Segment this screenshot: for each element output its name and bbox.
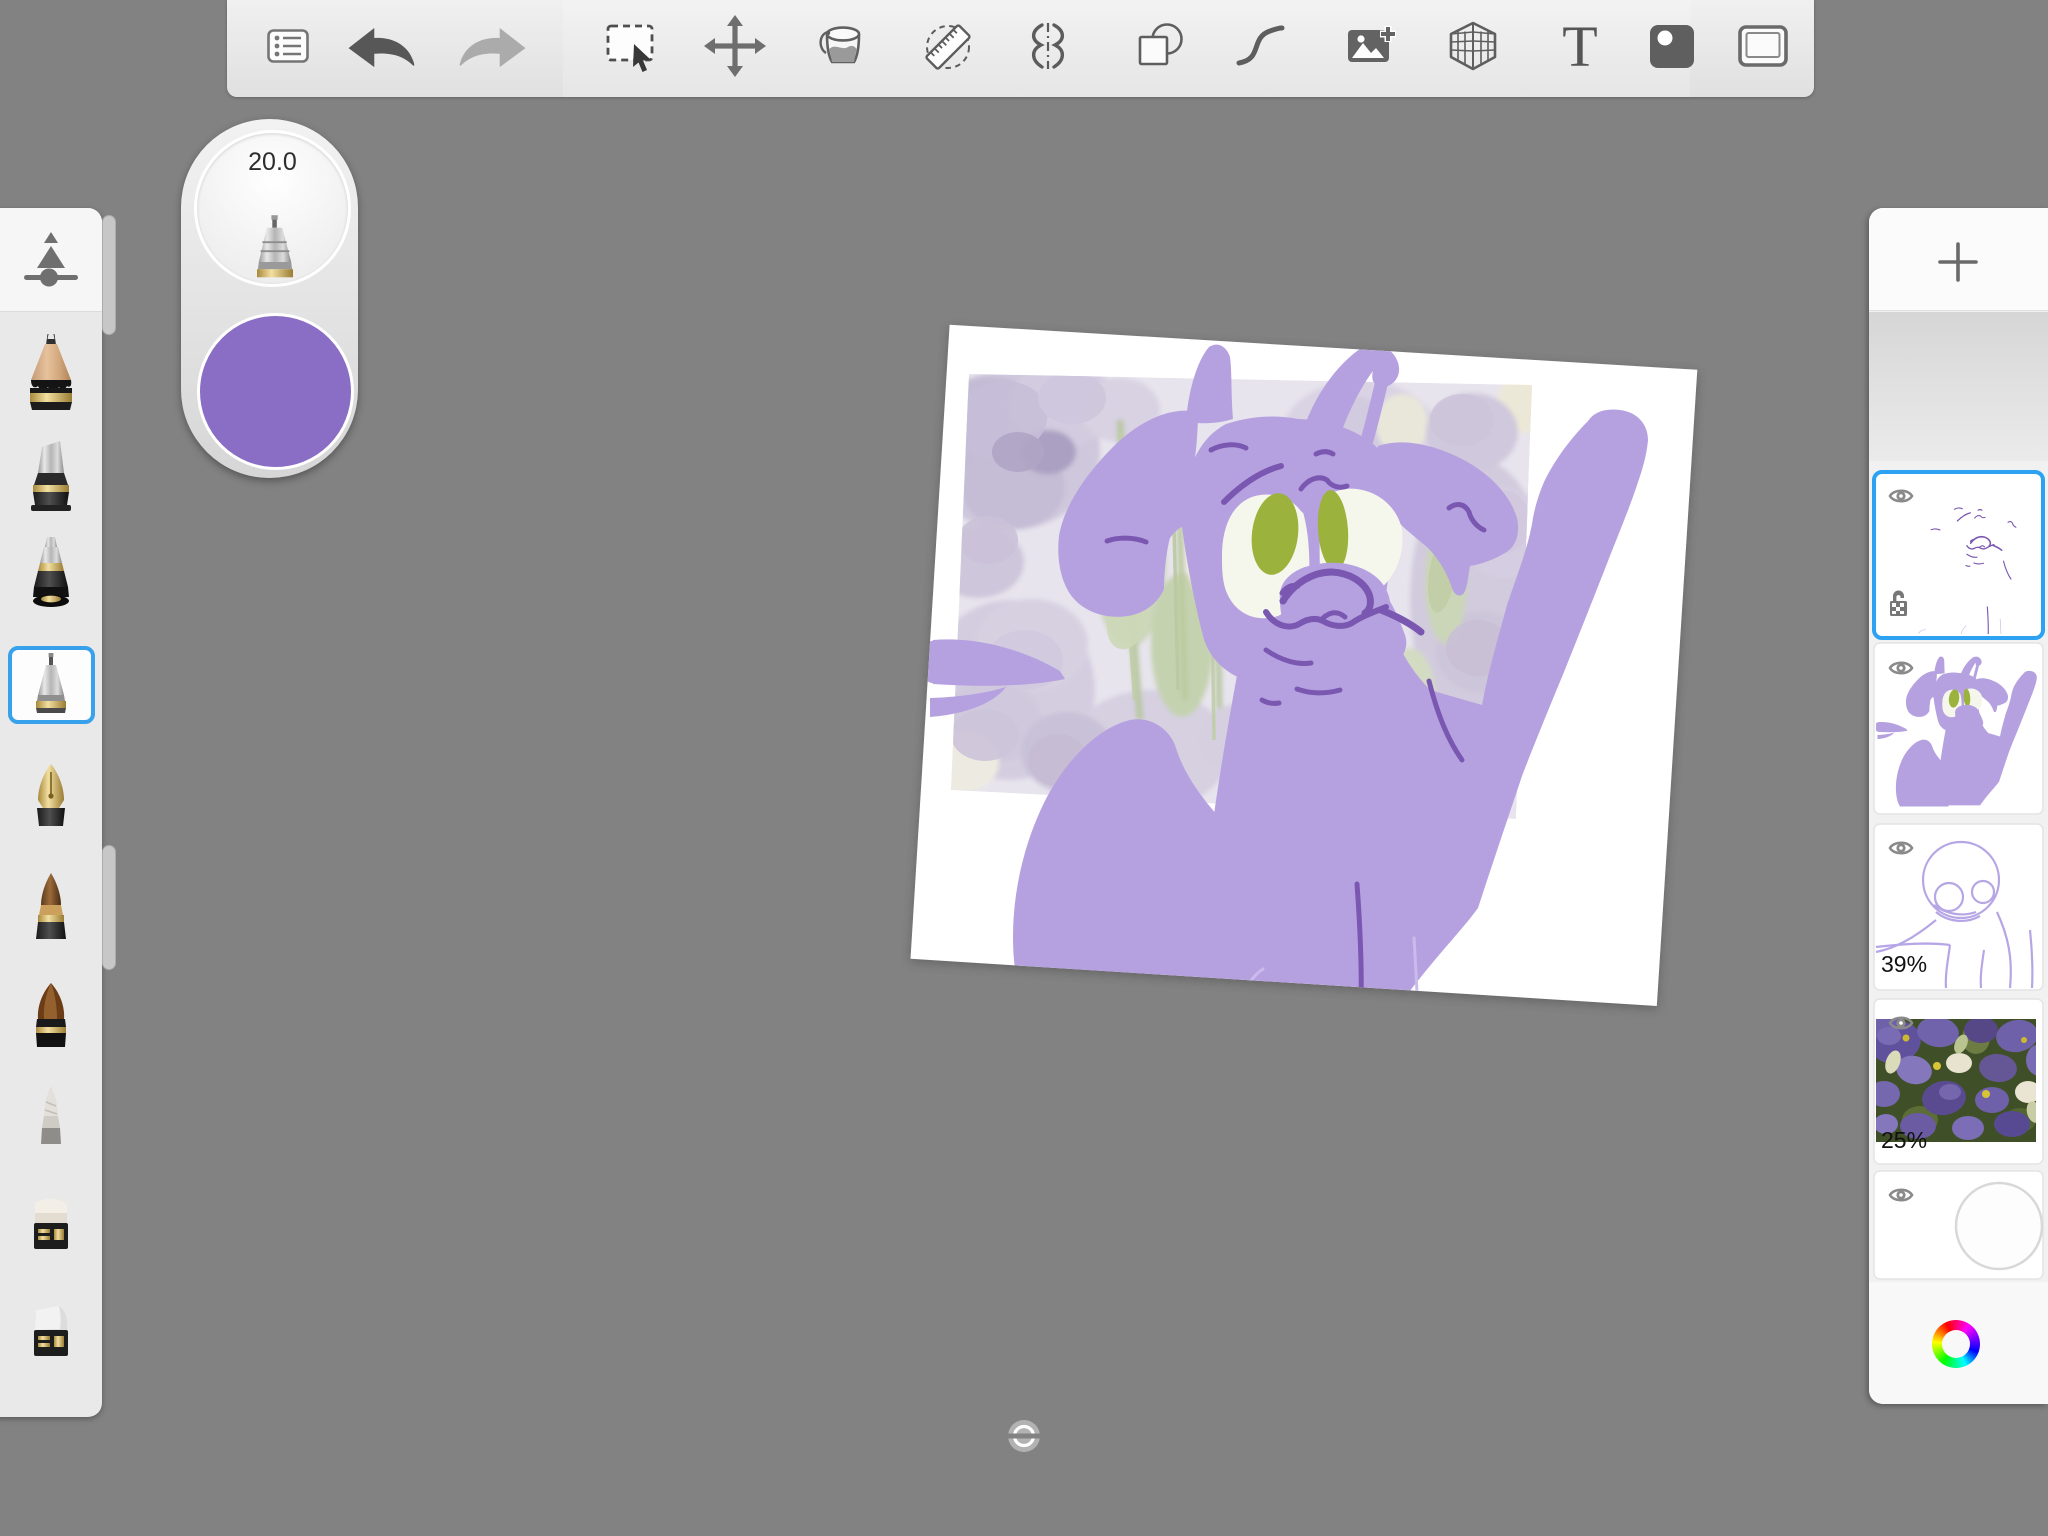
svg-text:39%: 39% [1881, 951, 1927, 977]
svg-text:25%: 25% [1881, 1127, 1927, 1153]
svg-text:T: T [1562, 14, 1597, 79]
